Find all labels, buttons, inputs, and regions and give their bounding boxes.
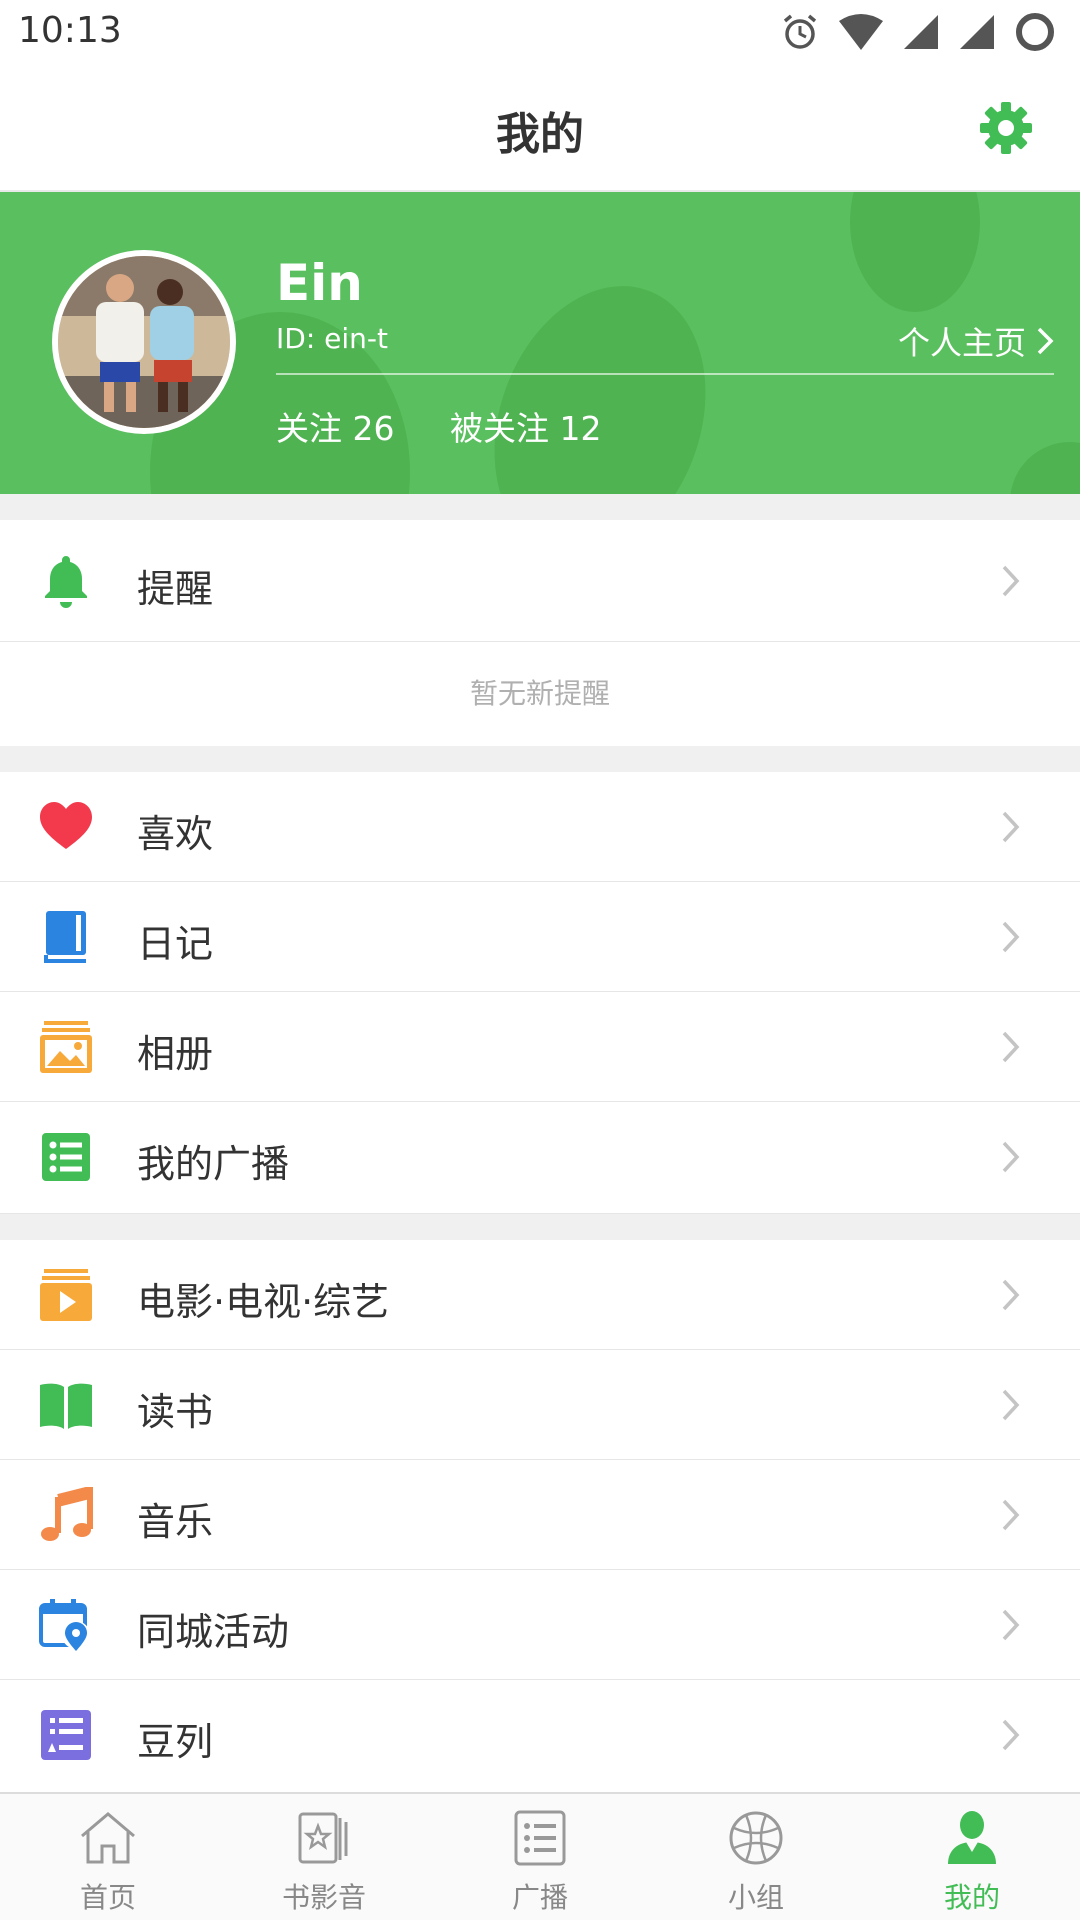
tab-label: 书影音 [281,1881,366,1914]
settings-gear-icon[interactable] [978,100,1034,156]
header: 我的 [0,64,1080,192]
profile-name: Ein [276,254,363,312]
broadcast-list-icon [42,1133,90,1181]
chevron-right-icon [1002,1141,1020,1173]
chevron-right-icon [1002,1719,1020,1751]
bell-icon [45,556,87,608]
tab-groups[interactable]: 小组 [648,1794,864,1922]
movie-play-icon [40,1269,92,1321]
heart-icon [40,802,92,849]
chevron-right-icon [1002,1609,1020,1641]
menu-row-label: 音乐 [137,1500,214,1544]
profile-bg-shape [458,256,742,494]
menu-row-likes[interactable]: 喜欢 [0,772,1080,882]
homepage-link[interactable]: 个人主页 [898,318,1054,364]
profile-bg-shape [1010,442,1080,494]
section-gap [0,494,1080,520]
signal-icon [904,15,938,49]
music-note-icon [41,1487,93,1541]
menu-row-album[interactable]: 相册 [0,992,1080,1102]
doulist-icon [41,1710,91,1760]
menu-row-label: 豆列 [137,1720,214,1764]
photo-album-icon [40,1021,92,1073]
menu-row-my-broadcast[interactable]: 我的广播 [0,1102,1080,1214]
menu-row-label: 日记 [137,922,214,966]
tab-label: 首页 [79,1881,136,1914]
chevron-right-icon [1002,1031,1020,1063]
chevron-right-icon [1002,1499,1020,1531]
open-book-icon [40,1383,92,1429]
menu-row-doulist[interactable]: 豆列 [0,1680,1080,1792]
avatar-photo [58,256,230,428]
battery-ring-icon [1016,13,1054,51]
chevron-right-icon [1002,565,1020,597]
menu-row-movie-tv[interactable]: 电影·电视·综艺 [0,1240,1080,1350]
home-icon [81,1812,135,1864]
alarm-icon [783,14,817,49]
chevron-right-icon [1002,1279,1020,1311]
avatar[interactable] [52,250,236,434]
reminder-empty-text: 暂无新提醒 [0,642,1080,746]
menu-row-music[interactable]: 音乐 [0,1460,1080,1570]
diary-book-icon [44,911,86,963]
tab-broadcast[interactable]: 广播 [432,1794,648,1922]
profile-id: ID: ein-t [276,322,388,355]
followers-count[interactable]: 被关注 12 [450,402,601,450]
status-icons [780,10,1056,54]
chevron-right-icon [1037,327,1054,355]
section-gap [0,1214,1080,1240]
menu-row-label: 同城活动 [137,1610,290,1654]
menu-row-label: 读书 [137,1390,214,1434]
broadcast-icon [514,1810,566,1866]
person-icon [948,1811,996,1864]
menu-row-label: 提醒 [137,567,214,611]
tab-label: 广播 [511,1881,568,1914]
media-cards-icon [298,1812,348,1864]
tab-label: 小组 [727,1881,784,1914]
group-ball-icon [729,1811,783,1865]
tab-label: 我的 [943,1881,1000,1914]
profile-divider [276,373,1054,375]
bottom-tab-bar: 首页 书影音 广播 小组 我的 [0,1792,1080,1920]
page-title: 我的 [496,109,584,160]
homepage-link-label: 个人主页 [897,324,1026,362]
menu-row-label: 相册 [137,1032,214,1076]
profile-card[interactable]: Ein ID: ein-t 个人主页 关注 26 被关注 12 [0,192,1080,494]
tab-mine[interactable]: 我的 [864,1794,1080,1922]
menu-row-reading[interactable]: 读书 [0,1350,1080,1460]
status-time: 10:13 [18,10,122,51]
tab-media[interactable]: 书影音 [216,1794,432,1922]
menu-row-diary[interactable]: 日记 [0,882,1080,992]
wifi-icon [839,14,883,50]
menu-row-reminder[interactable]: 提醒 [0,520,1080,642]
menu-row-label: 我的广播 [137,1142,290,1186]
menu-row-label: 电影·电视·综艺 [137,1280,390,1324]
calendar-location-icon [39,1599,90,1651]
menu-row-local-events[interactable]: 同城活动 [0,1570,1080,1680]
tab-home[interactable]: 首页 [0,1794,216,1922]
chevron-right-icon [1002,1389,1020,1421]
profile-bg-shape [850,192,980,312]
signal-icon-2 [960,15,994,49]
section-gap [0,746,1080,772]
following-count[interactable]: 关注 26 [276,402,394,450]
chevron-right-icon [1002,921,1020,953]
menu-row-label: 喜欢 [137,812,214,856]
chevron-right-icon [1002,811,1020,843]
status-bar: 10:13 [0,0,1080,64]
